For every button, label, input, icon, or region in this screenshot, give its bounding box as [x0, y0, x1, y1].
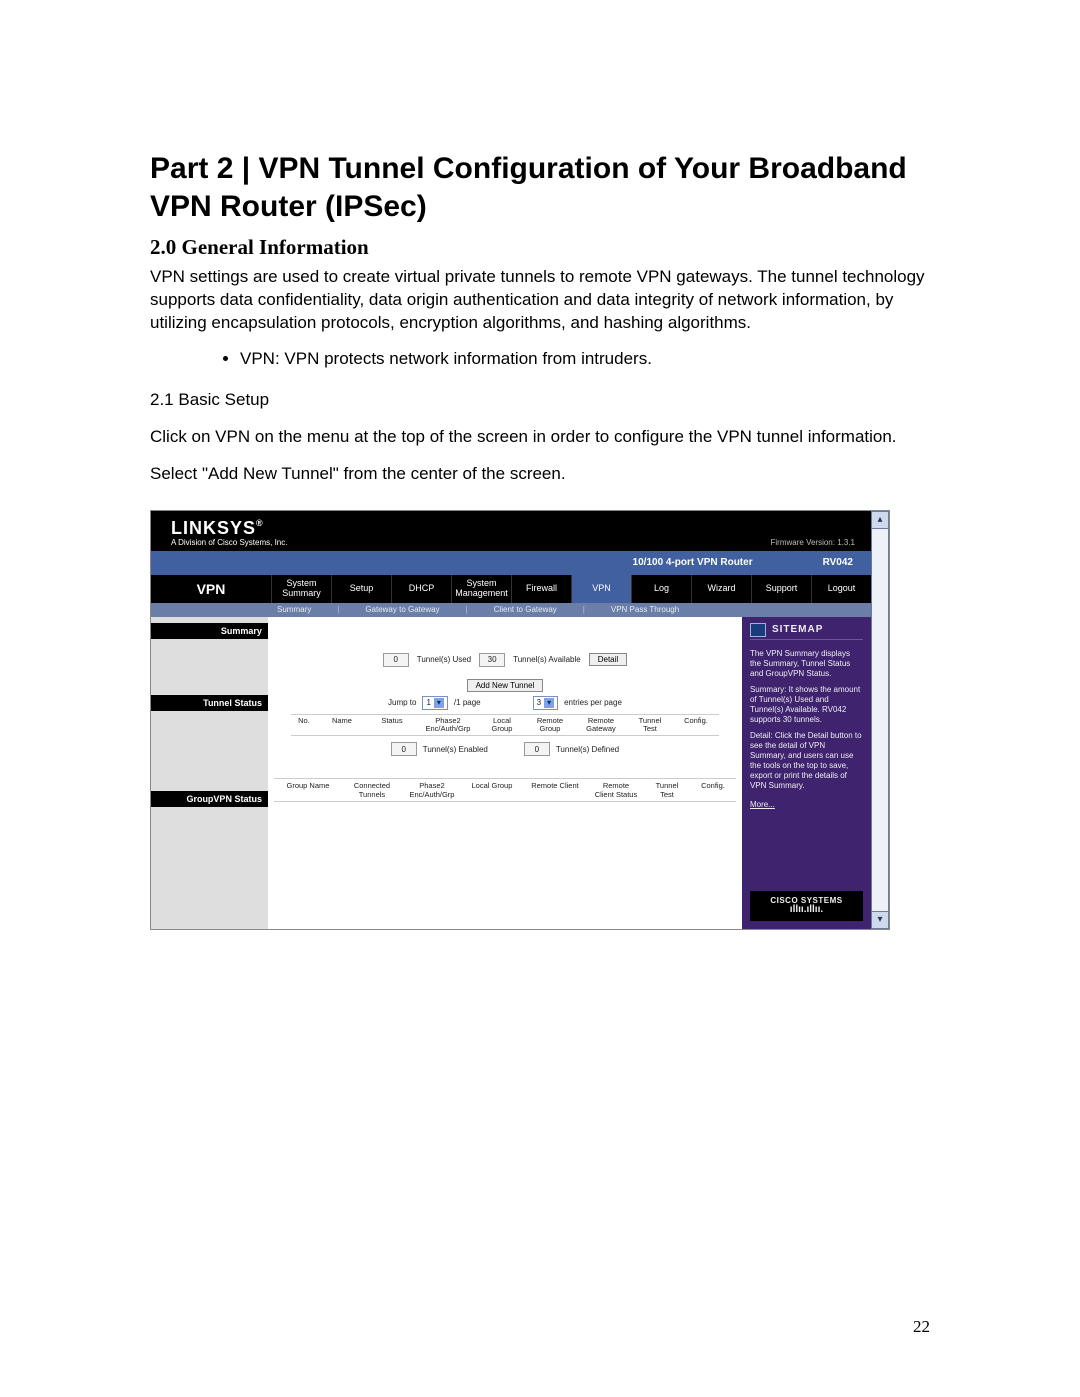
subnav-summary[interactable]: Summary	[277, 605, 311, 614]
router-screenshot: ▴ ▾ LINKSYS® A Division of Cisco Systems…	[150, 510, 890, 930]
col-local-group-2: Local Group	[462, 781, 522, 799]
col-group-name: Group Name	[274, 781, 342, 799]
tab-logout[interactable]: Logout	[811, 575, 871, 603]
tab-vpn[interactable]: VPN	[571, 575, 631, 603]
sidebar-item-groupvpn-status[interactable]: GroupVPN Status	[151, 791, 268, 807]
col-connected-tunnels: ConnectedTunnels	[342, 781, 402, 799]
cisco-logo: CISCO SYSTEMS ıllıı.ıllıı.	[750, 891, 863, 921]
tab-firewall[interactable]: Firewall	[511, 575, 571, 603]
col-config: Config.	[673, 717, 719, 734]
tab-system-management[interactable]: SystemManagement	[451, 575, 511, 603]
col-name: Name	[317, 717, 367, 734]
detail-button[interactable]: Detail	[589, 653, 627, 666]
tab-support[interactable]: Support	[751, 575, 811, 603]
content-area: 0 Tunnel(s) Used 30 Tunnel(s) Available …	[268, 617, 742, 929]
tab-log[interactable]: Log	[631, 575, 691, 603]
tab-wizard[interactable]: Wizard	[691, 575, 751, 603]
sidebar-item-summary[interactable]: Summary	[151, 623, 268, 639]
subsection-heading: 2.1 Basic Setup	[150, 389, 940, 412]
col-tunnel-test-2: TunnelTest	[644, 781, 690, 799]
entries-per-page-select[interactable]: 3 ▾	[533, 696, 558, 710]
sitemap-title[interactable]: SITEMAP	[772, 624, 823, 635]
jump-to-select[interactable]: 1 ▾	[422, 696, 447, 710]
scrollbar-down-icon[interactable]: ▾	[871, 911, 889, 929]
tab-setup[interactable]: Setup	[331, 575, 391, 603]
tab-dhcp[interactable]: DHCP	[391, 575, 451, 603]
tunnels-available-value: 30	[479, 653, 505, 667]
header-bar: LINKSYS® A Division of Cisco Systems, In…	[151, 511, 871, 551]
tunnels-enabled-label: Tunnel(s) Enabled	[423, 745, 488, 754]
col-config-2: Config.	[690, 781, 736, 799]
sub-nav: Summary | Gateway to Gateway | Client to…	[151, 603, 871, 617]
main-nav: VPN SystemSummary Setup DHCP SystemManag…	[151, 575, 871, 603]
jump-to-label: Jump to	[388, 698, 416, 707]
firmware-label: Firmware Version: 1.3.1	[771, 538, 855, 547]
brand-logo: LINKSYS®	[171, 519, 287, 537]
bullet-vpn: VPN: VPN protects network information fr…	[240, 349, 940, 369]
product-bar: 10/100 4-port VPN Router RV042	[151, 551, 871, 575]
tunnels-available-label: Tunnel(s) Available	[513, 655, 581, 664]
col-remote-gateway: RemoteGateway	[575, 717, 627, 734]
brand-subtitle: A Division of Cisco Systems, Inc.	[171, 539, 287, 547]
scrollbar-track[interactable]	[871, 529, 889, 911]
help-text-3: Detail: Click the Detail button to see t…	[750, 731, 863, 791]
groupvpn-table-header: Group Name ConnectedTunnels Phase2Enc/Au…	[274, 778, 736, 802]
col-remote-group: RemoteGroup	[525, 717, 575, 734]
add-new-tunnel-button[interactable]: Add New Tunnel	[467, 679, 544, 692]
para-basic-setup-2: Select "Add New Tunnel" from the center …	[150, 463, 940, 486]
tunnels-used-value: 0	[383, 653, 409, 667]
help-panel: SITEMAP The VPN Summary displays the Sum…	[742, 617, 871, 929]
help-text-2: Summary: It shows the amount of Tunnel(s…	[750, 685, 863, 725]
page-title: Part 2 | VPN Tunnel Configuration of You…	[150, 150, 940, 225]
more-link[interactable]: More...	[750, 800, 863, 809]
scrollbar-up-icon[interactable]: ▴	[871, 511, 889, 529]
section-heading: 2.0 General Information	[150, 235, 940, 260]
left-sidebar: Summary Tunnel Status GroupVPN Status	[151, 617, 268, 929]
page-number: 22	[913, 1317, 930, 1337]
help-text-1: The VPN Summary displays the Summary, Tu…	[750, 649, 863, 679]
subnav-vpn-pass-through[interactable]: VPN Pass Through	[611, 605, 679, 614]
sitemap-icon	[750, 623, 766, 637]
col-status: Status	[367, 717, 417, 734]
tunnels-defined-value: 0	[524, 742, 550, 756]
tunnels-defined-label: Tunnel(s) Defined	[556, 745, 619, 754]
col-tunnel-test: TunnelTest	[627, 717, 673, 734]
jump-to-suffix: /1 page	[454, 698, 481, 707]
col-remote-client-status: RemoteClient Status	[588, 781, 644, 799]
chevron-down-icon: ▾	[434, 698, 444, 708]
intro-paragraph: VPN settings are used to create virtual …	[150, 266, 940, 335]
tunnels-used-label: Tunnel(s) Used	[417, 655, 471, 664]
col-remote-client: Remote Client	[522, 781, 588, 799]
chevron-down-icon: ▾	[544, 698, 554, 708]
nav-section-title: VPN	[151, 575, 271, 603]
tunnel-table-header: No. Name Status Phase2Enc/Auth/Grp Local…	[291, 714, 719, 737]
model-name: RV042	[823, 557, 853, 568]
sidebar-item-tunnel-status[interactable]: Tunnel Status	[151, 695, 268, 711]
col-no: No.	[291, 717, 317, 734]
tab-system-summary[interactable]: SystemSummary	[271, 575, 331, 603]
col-phase2: Phase2Enc/Auth/Grp	[417, 717, 479, 734]
para-basic-setup-1: Click on VPN on the menu at the top of t…	[150, 426, 940, 449]
entries-per-page-label: entries per page	[564, 698, 622, 707]
col-local-group: LocalGroup	[479, 717, 525, 734]
subnav-client-to-gateway[interactable]: Client to Gateway	[494, 605, 557, 614]
product-name: 10/100 4-port VPN Router	[633, 557, 753, 568]
tunnels-enabled-value: 0	[391, 742, 417, 756]
subnav-gateway-to-gateway[interactable]: Gateway to Gateway	[365, 605, 439, 614]
col-phase2-2: Phase2Enc/Auth/Grp	[402, 781, 462, 799]
